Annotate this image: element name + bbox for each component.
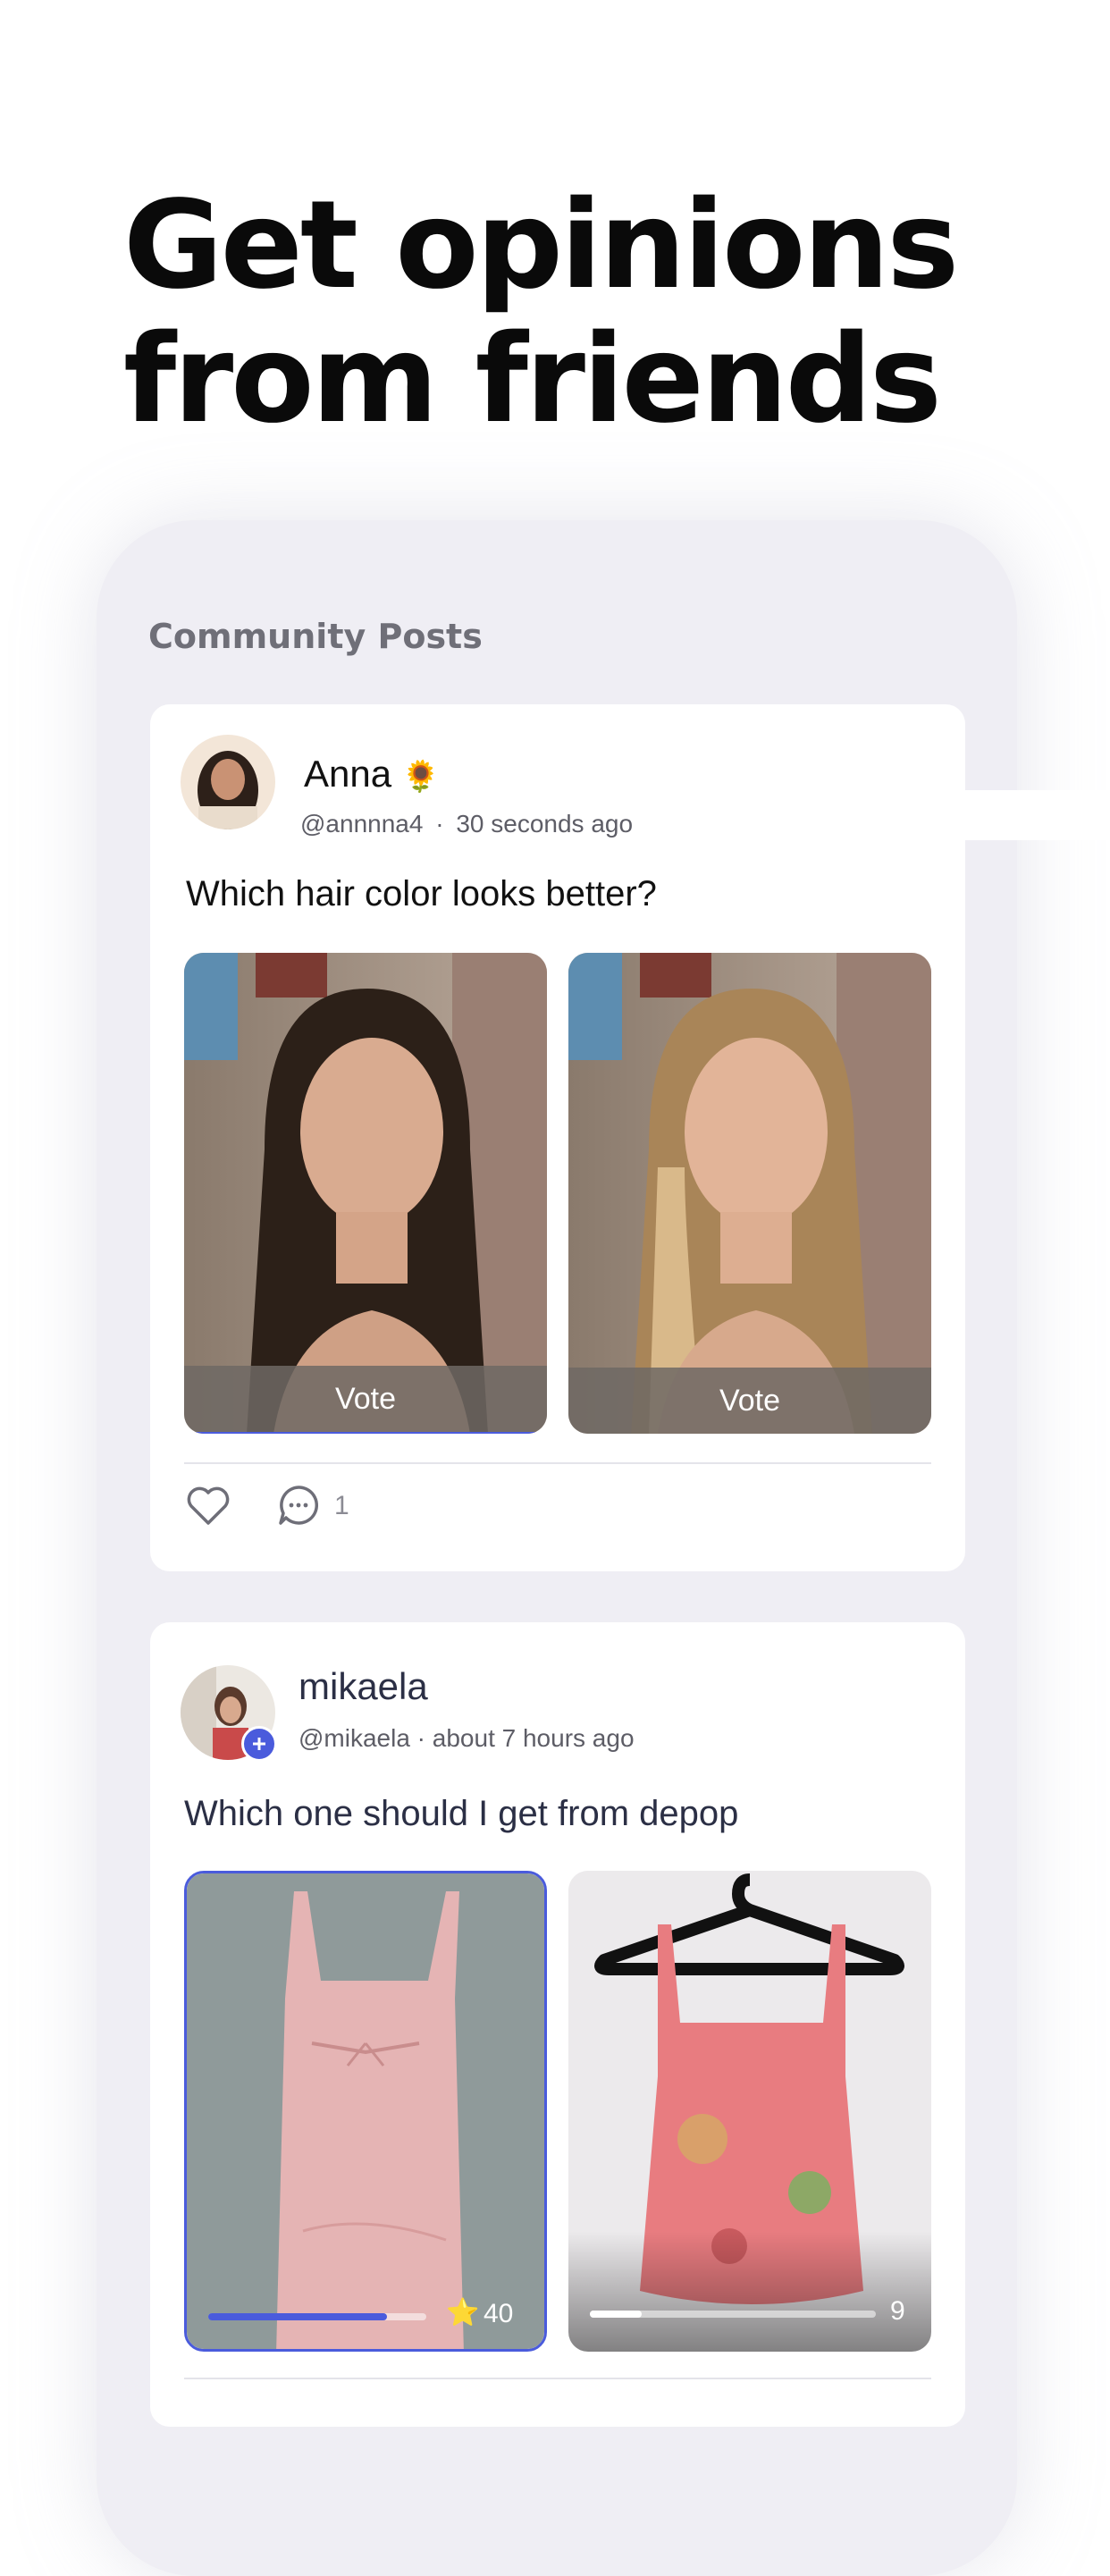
post-handle: @annnna4 xyxy=(300,810,424,838)
post-username-text: Anna xyxy=(304,753,392,795)
post-question: Which hair color looks better? xyxy=(186,874,657,913)
decorative-bar xyxy=(965,790,1110,840)
headline-line-1: Get opinions xyxy=(123,175,959,316)
star-icon: ⭐ xyxy=(446,2298,480,2328)
option-photo[interactable]: Vote xyxy=(184,953,547,1434)
option-photo[interactable]: ⭐ 40 xyxy=(184,1871,547,2352)
post-username[interactable]: mikaela xyxy=(299,1665,428,1708)
vote-button[interactable]: Vote xyxy=(568,1368,931,1434)
comment-icon[interactable] xyxy=(277,1484,320,1531)
post-card[interactable]: mikaela @mikaela · about 7 hours ago Whi… xyxy=(150,1622,965,2427)
vote-progress-fill xyxy=(590,2311,642,2318)
vote-button[interactable]: Vote xyxy=(184,1366,547,1434)
option-photo[interactable]: Vote xyxy=(568,953,931,1434)
section-title: Community Posts xyxy=(148,617,483,656)
post-meta: @annnna4 · 30 seconds ago xyxy=(300,810,633,838)
vote-progress-fill xyxy=(208,2313,388,2320)
vote-count: 40 xyxy=(484,2299,514,2328)
verified-icon xyxy=(241,1726,277,1762)
post-time: 30 seconds ago xyxy=(456,810,634,838)
vote-progress xyxy=(590,2311,876,2318)
vote-count: 9 xyxy=(890,2296,905,2326)
divider xyxy=(184,1462,931,1464)
meta-separator: · xyxy=(435,810,444,838)
post-meta: @mikaela · about 7 hours ago xyxy=(299,1724,635,1752)
divider xyxy=(184,2378,931,2379)
avatar[interactable] xyxy=(181,735,275,829)
post-username[interactable]: Anna 🌻 xyxy=(304,753,440,796)
comment-count: 1 xyxy=(334,1491,349,1520)
headline-line-2: from friends xyxy=(123,309,942,450)
post-question: Which one should I get from depop xyxy=(184,1794,739,1833)
headline: Get opinions from friends xyxy=(123,175,959,450)
heart-icon[interactable] xyxy=(186,1486,231,1531)
option-photo[interactable]: 9 xyxy=(568,1871,931,2352)
vote-progress xyxy=(208,2313,426,2320)
sunflower-icon: 🌻 xyxy=(401,760,441,794)
post-card[interactable]: Anna 🌻 @annnna4 · 30 seconds ago Which h… xyxy=(150,704,965,1571)
